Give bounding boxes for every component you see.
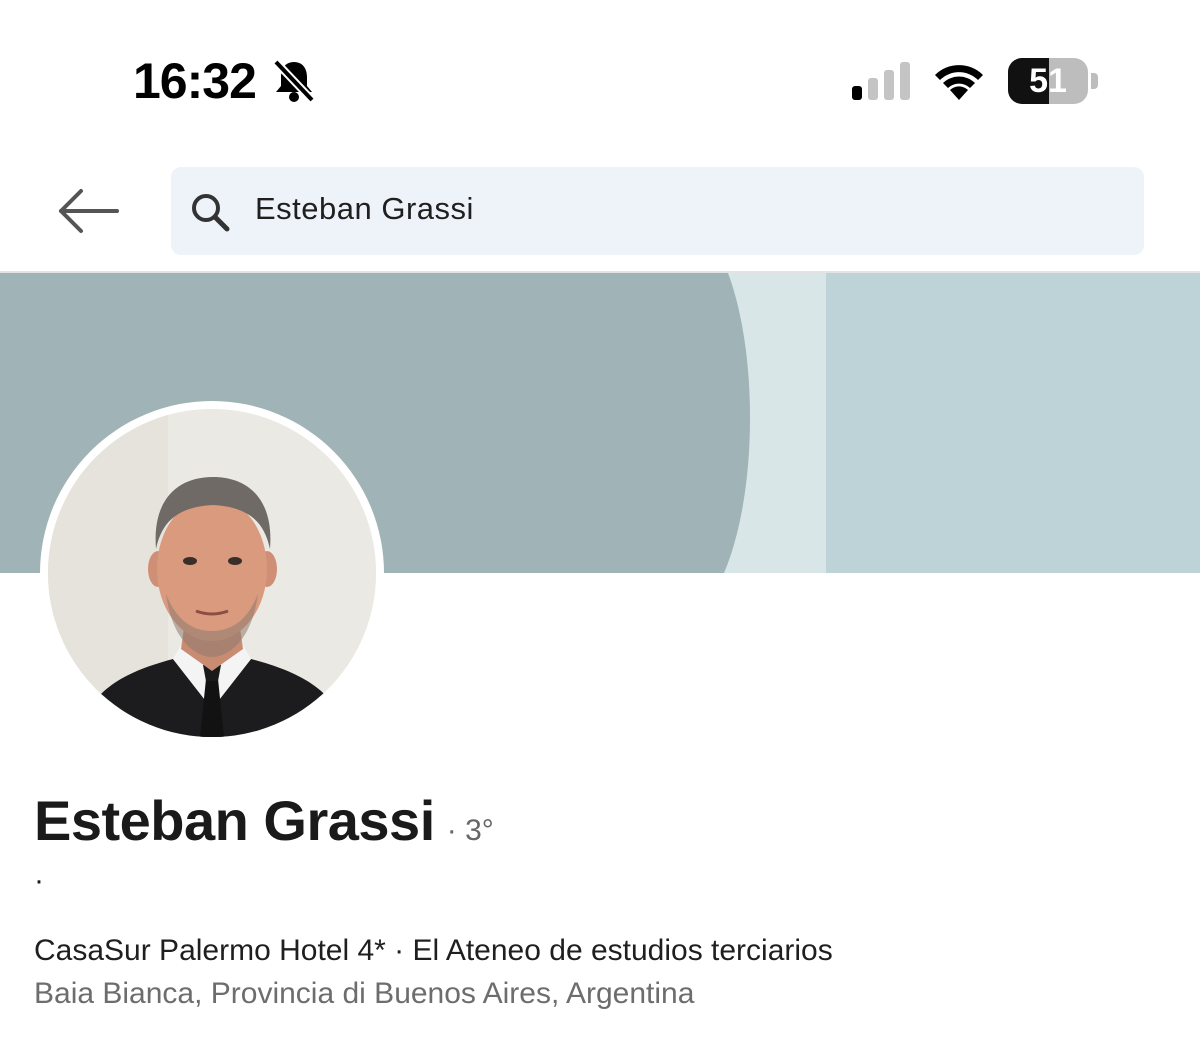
avatar	[48, 409, 376, 737]
arrow-left-icon	[59, 189, 119, 233]
battery-nub	[1091, 73, 1098, 89]
search-input[interactable]: Esteban Grassi	[171, 167, 1144, 255]
bell-slash-icon	[270, 58, 318, 104]
battery-icon: 51	[1008, 58, 1098, 104]
status-bar: 16:32 51	[0, 0, 1200, 150]
battery-body: 51	[1008, 58, 1088, 104]
back-button[interactable]	[52, 180, 124, 242]
search-query: Esteban Grassi	[255, 191, 474, 226]
status-time: 16:32	[133, 53, 257, 109]
profile-name-row: Esteban Grassi · 3°	[34, 788, 494, 853]
profile-photo[interactable]	[40, 401, 384, 745]
profile-location: Baia Bianca, Provincia di Buenos Aires, …	[34, 977, 695, 1010]
battery-level: 51	[1029, 62, 1067, 100]
connection-degree: · 3°	[446, 814, 494, 847]
cellular-signal-icon	[850, 60, 914, 102]
search-icon	[189, 191, 231, 233]
avatar-portrait	[48, 409, 376, 737]
wifi-icon	[930, 58, 988, 102]
profile-headline: ·	[34, 864, 44, 897]
profile-experience: CasaSur Palermo Hotel 4* · El Ateneo de …	[34, 934, 833, 967]
profile-name: Esteban Grassi	[34, 789, 435, 852]
